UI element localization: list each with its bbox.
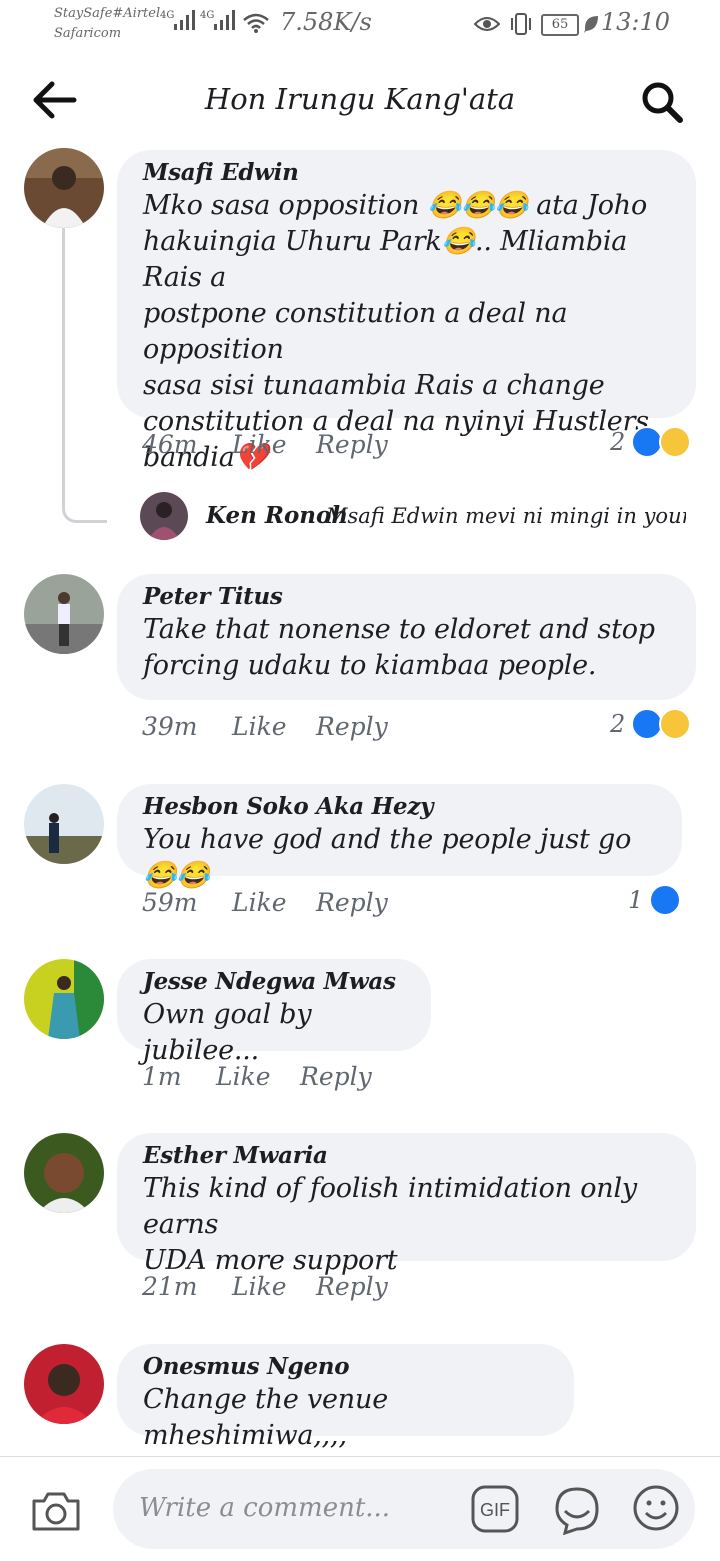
battery-icon: 65: [541, 14, 579, 36]
avatar[interactable]: [24, 1344, 104, 1424]
comment-line: hakuingia Uhuru Park😂.. Mliambia Rais a: [143, 226, 628, 293]
vibrate-icon: [511, 13, 531, 35]
comment-line: sasa sisi tunaambia Rais a change: [143, 370, 605, 401]
comment-author[interactable]: Peter Titus: [143, 582, 670, 612]
comment-line: You have god and the people just go😂😂: [143, 824, 632, 891]
comment-author[interactable]: Jesse Ndegwa Mwas: [143, 967, 405, 997]
comment-bubble[interactable]: Msafi Edwin Mko sasa opposition 😂😂😂 ata …: [117, 150, 696, 473]
comment-bubble[interactable]: Hesbon Soko Aka Hezy You have god and th…: [117, 784, 682, 891]
reply-button[interactable]: Reply: [316, 712, 388, 741]
reply-button[interactable]: Reply: [316, 888, 388, 917]
comment-actions: 59m Like Reply: [142, 888, 702, 922]
laughing-face-icon: [659, 708, 692, 740]
sticker-icon[interactable]: [551, 1483, 603, 1535]
comment-bubble[interactable]: Jesse Ndegwa Mwas Own goal by jubilee...: [117, 959, 431, 1066]
status-bar: StaySafe#Airtel Safaricom 4G 4G 7.58K/s …: [0, 0, 720, 50]
page-title: Hon Irungu Kang'ata: [204, 82, 516, 116]
avatar[interactable]: [24, 959, 104, 1039]
app-header: Hon Irungu Kang'ata: [0, 60, 720, 140]
comment-author[interactable]: Onesmus Ngeno: [143, 1352, 548, 1382]
comment-time: 59m: [142, 888, 198, 917]
comment-composer: Write a comment... GIF: [0, 1456, 720, 1561]
like-button[interactable]: Like: [232, 888, 287, 917]
comment-line: Mko sasa opposition 😂😂😂 ata Joho: [143, 190, 648, 221]
comment-actions: 21m Like Reply: [142, 1272, 702, 1306]
carrier-2: Safaricom: [54, 26, 122, 41]
reply-preview[interactable]: Ken Ronoh Msafi Edwin mevi ni mingi in y…: [140, 492, 700, 542]
comment-actions: 1m Like Reply: [142, 1062, 542, 1096]
comment-input[interactable]: Write a comment... GIF: [113, 1469, 695, 1549]
avatar[interactable]: [24, 148, 104, 228]
comment-author[interactable]: Msafi Edwin: [143, 158, 670, 188]
avatar[interactable]: [140, 492, 188, 540]
carrier-info: StaySafe#Airtel Safaricom: [54, 4, 160, 44]
comment-line: Own goal by jubilee...: [143, 999, 312, 1066]
comment-bubble[interactable]: Peter Titus Take that nonense to eldoret…: [117, 574, 696, 700]
comment-line: This kind of foolish intimidation only e…: [143, 1173, 637, 1240]
reaction-summary[interactable]: 2: [610, 426, 692, 458]
comment-line: Change the venue mheshimiwa,,,,: [143, 1384, 388, 1451]
reaction-summary[interactable]: 1: [628, 884, 682, 916]
leaf-icon: [584, 16, 598, 33]
comment-line: postpone constitution a deal na oppositi…: [143, 298, 568, 365]
reply-button[interactable]: Reply: [300, 1062, 372, 1091]
comment-line: forcing udaku to kiambaa people.: [143, 650, 597, 681]
avatar[interactable]: [24, 784, 104, 864]
emoji-icon[interactable]: [631, 1483, 681, 1533]
comment-bubble[interactable]: Esther Mwaria This kind of foolish intim…: [117, 1133, 696, 1276]
gif-label: GIF: [480, 1500, 510, 1520]
gif-icon[interactable]: GIF: [471, 1485, 519, 1533]
reaction-count: 2: [610, 710, 626, 738]
avatar[interactable]: [24, 574, 104, 654]
like-button[interactable]: Like: [232, 430, 287, 459]
comment-time: 1m: [142, 1062, 182, 1091]
wifi-icon: [243, 13, 269, 33]
comment-line: Take that nonense to eldoret and stop: [143, 614, 655, 645]
signal-icon-2: 4G: [200, 10, 236, 34]
comment-time: 39m: [142, 712, 198, 741]
thumbs-up-icon: [649, 884, 682, 916]
reaction-summary[interactable]: 2: [610, 708, 692, 740]
comment-bubble[interactable]: Onesmus Ngeno Change the venue mheshimiw…: [117, 1344, 574, 1451]
reply-button[interactable]: Reply: [316, 1272, 388, 1301]
network-speed: 7.58K/s: [280, 8, 372, 36]
reaction-count: 1: [628, 886, 644, 914]
laughing-face-icon: [659, 426, 692, 458]
signal-icon-1: 4G: [160, 10, 196, 34]
avatar[interactable]: [24, 1133, 104, 1213]
comment-author[interactable]: Esther Mwaria: [143, 1141, 670, 1171]
like-button[interactable]: Like: [232, 712, 287, 741]
thread-connector: [62, 228, 107, 523]
comment-placeholder: Write a comment...: [139, 1493, 391, 1523]
like-button[interactable]: Like: [216, 1062, 271, 1091]
reply-button[interactable]: Reply: [316, 430, 388, 459]
comment-author[interactable]: Hesbon Soko Aka Hezy: [143, 792, 656, 822]
clock: 13:10: [600, 8, 670, 36]
search-icon[interactable]: [636, 78, 690, 126]
comment-time: 21m: [142, 1272, 198, 1301]
camera-icon[interactable]: [30, 1489, 82, 1533]
reply-text: Msafi Edwin mevi ni mingi in your s...: [326, 504, 686, 528]
carrier-1: StaySafe#Airtel: [54, 6, 161, 21]
reaction-count: 2: [610, 428, 626, 456]
comment-time: 46m: [142, 430, 198, 459]
eye-icon: [474, 17, 500, 31]
like-button[interactable]: Like: [232, 1272, 287, 1301]
